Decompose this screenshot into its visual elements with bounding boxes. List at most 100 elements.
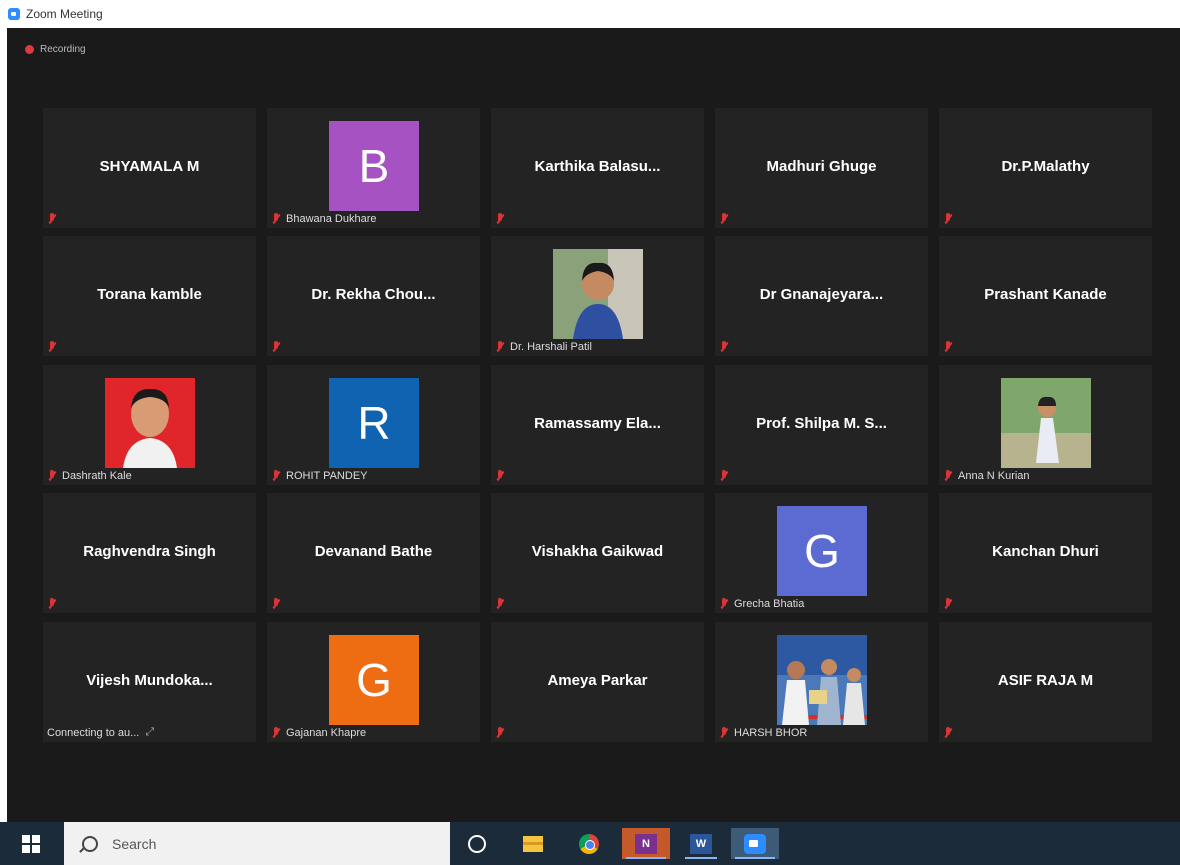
participant-tile[interactable]: Madhuri Ghuge bbox=[715, 108, 928, 228]
participant-tile[interactable]: Prof. Shilpa M. S... bbox=[715, 365, 928, 485]
muted-mic-icon bbox=[47, 598, 57, 610]
onenote-icon: N bbox=[635, 833, 657, 854]
muted-mic-icon bbox=[943, 341, 953, 353]
cortana-icon bbox=[468, 834, 486, 853]
search-placeholder: Search bbox=[112, 835, 157, 852]
participant-tile[interactable]: Vishakha Gaikwad bbox=[491, 493, 704, 613]
participant-status: Connecting to au... ⤢ bbox=[47, 726, 154, 739]
participant-footer bbox=[47, 598, 62, 610]
participant-name: Ameya Parkar bbox=[547, 672, 648, 689]
muted-mic-icon bbox=[495, 341, 505, 353]
muted-mic-icon bbox=[495, 727, 505, 739]
participant-tile[interactable]: Ameya Parkar bbox=[491, 622, 704, 742]
participant-avatar: G bbox=[777, 506, 867, 596]
chrome-icon bbox=[579, 833, 599, 854]
participant-tile[interactable]: Raghvendra Singh bbox=[43, 493, 256, 613]
muted-mic-icon bbox=[719, 598, 729, 610]
muted-mic-icon bbox=[495, 598, 505, 610]
muted-mic-icon bbox=[495, 470, 505, 482]
recording-indicator[interactable]: Recording bbox=[25, 44, 86, 55]
onenote-button[interactable]: N bbox=[622, 828, 670, 859]
word-button[interactable]: W bbox=[681, 828, 721, 859]
muted-mic-icon bbox=[271, 470, 281, 482]
participant-footer bbox=[271, 598, 286, 610]
participant-name: Madhuri Ghuge bbox=[766, 158, 877, 175]
muted-mic-icon bbox=[719, 213, 729, 225]
participant-footer: Dr. Harshali Patil bbox=[495, 341, 592, 353]
participant-footer bbox=[495, 727, 510, 739]
participant-name: Kanchan Dhuri bbox=[992, 543, 1099, 560]
participant-name: Vishakha Gaikwad bbox=[531, 543, 664, 560]
participant-name: Devanand Bathe bbox=[314, 543, 433, 560]
participant-name: Ramassamy Ela... bbox=[534, 415, 661, 432]
participant-tile[interactable]: G Gajanan Khapre bbox=[267, 622, 480, 742]
participant-tile[interactable]: B Bhawana Dukhare bbox=[267, 108, 480, 228]
participant-tile[interactable]: Anna N Kurian bbox=[939, 365, 1152, 485]
participant-footer bbox=[719, 341, 734, 353]
muted-mic-icon bbox=[271, 727, 281, 739]
participant-footer-name: Dashrath Kale bbox=[62, 470, 132, 482]
windows-start-icon[interactable] bbox=[22, 835, 40, 853]
participant-footer-name: Gajanan Khapre bbox=[286, 727, 367, 739]
muted-mic-icon bbox=[271, 598, 281, 610]
participant-footer: Gajanan Khapre bbox=[271, 727, 366, 739]
participant-tile[interactable]: Devanand Bathe bbox=[267, 493, 480, 613]
participant-tile[interactable]: Dr. Harshali Patil bbox=[491, 236, 704, 356]
participant-footer-name: Anna N Kurian bbox=[958, 470, 1030, 482]
window-titlebar: Zoom Meeting bbox=[0, 0, 1180, 28]
participant-footer-name: HARSH BHOR bbox=[734, 727, 808, 739]
participant-tile[interactable]: Dr. Rekha Chou... bbox=[267, 236, 480, 356]
participant-footer bbox=[943, 598, 958, 610]
participant-tile[interactable]: Vijesh Mundoka... Connecting to au... ⤢ bbox=[43, 622, 256, 742]
file-explorer-button[interactable] bbox=[513, 828, 553, 859]
participant-footer: Bhawana Dukhare bbox=[271, 213, 377, 225]
participant-tile[interactable]: Ramassamy Ela... bbox=[491, 365, 704, 485]
participant-photo bbox=[105, 378, 195, 468]
participant-footer: Grecha Bhatia bbox=[719, 598, 804, 610]
participant-tile[interactable]: Kanchan Dhuri bbox=[939, 493, 1152, 613]
participant-name: Dr. Rekha Chou... bbox=[311, 286, 436, 303]
participant-name: ASIF RAJA M bbox=[997, 672, 1094, 689]
participant-tile[interactable]: Dashrath Kale bbox=[43, 365, 256, 485]
participant-tile[interactable]: Prashant Kanade bbox=[939, 236, 1152, 356]
participant-tile[interactable]: Dr Gnanajeyara... bbox=[715, 236, 928, 356]
participant-name: Torana kamble bbox=[97, 286, 202, 303]
participant-name: Dr Gnanajeyara... bbox=[759, 286, 884, 303]
muted-mic-icon bbox=[719, 470, 729, 482]
participant-tile[interactable]: Dr.P.Malathy bbox=[939, 108, 1152, 228]
meeting-gallery: Recording SHYAMALA M B Bhawana Dukhare Kart… bbox=[7, 28, 1180, 822]
participant-name: Dr.P.Malathy bbox=[1001, 158, 1090, 175]
word-icon: W bbox=[690, 833, 712, 854]
zoom-taskbar-button[interactable] bbox=[731, 828, 779, 859]
participant-tile[interactable]: Karthika Balasu... bbox=[491, 108, 704, 228]
muted-mic-icon bbox=[47, 341, 57, 353]
chrome-button[interactable] bbox=[569, 828, 609, 859]
participant-avatar: B bbox=[329, 121, 419, 211]
recording-dot-icon bbox=[25, 45, 34, 54]
participant-name: Karthika Balasu... bbox=[534, 158, 661, 175]
participant-tile[interactable]: ASIF RAJA M bbox=[939, 622, 1152, 742]
zoom-app-icon bbox=[8, 8, 20, 20]
participant-footer: Dashrath Kale bbox=[47, 470, 132, 482]
participant-footer bbox=[943, 727, 958, 739]
participant-tile[interactable]: G Grecha Bhatia bbox=[715, 493, 928, 613]
participant-footer bbox=[495, 598, 510, 610]
cortana-button[interactable] bbox=[457, 828, 497, 859]
taskbar-search-box[interactable]: Search bbox=[64, 822, 450, 865]
participant-photo bbox=[777, 635, 867, 725]
participant-tile[interactable]: Torana kamble bbox=[43, 236, 256, 356]
search-icon bbox=[82, 835, 98, 852]
participant-tile[interactable]: SHYAMALA M bbox=[43, 108, 256, 228]
participant-avatar: R bbox=[329, 378, 419, 468]
participant-footer bbox=[943, 213, 958, 225]
muted-mic-icon bbox=[719, 341, 729, 353]
participant-footer bbox=[719, 213, 734, 225]
participant-footer bbox=[495, 470, 510, 482]
participant-footer bbox=[47, 213, 62, 225]
recording-label: Recording bbox=[40, 44, 86, 55]
participant-tile[interactable]: R ROHIT PANDEY bbox=[267, 365, 480, 485]
participant-tile[interactable]: HARSH BHOR bbox=[715, 622, 928, 742]
windows-taskbar: Search N W bbox=[0, 822, 1180, 865]
participant-footer bbox=[719, 470, 734, 482]
participant-footer-name: Bhawana Dukhare bbox=[286, 213, 377, 225]
